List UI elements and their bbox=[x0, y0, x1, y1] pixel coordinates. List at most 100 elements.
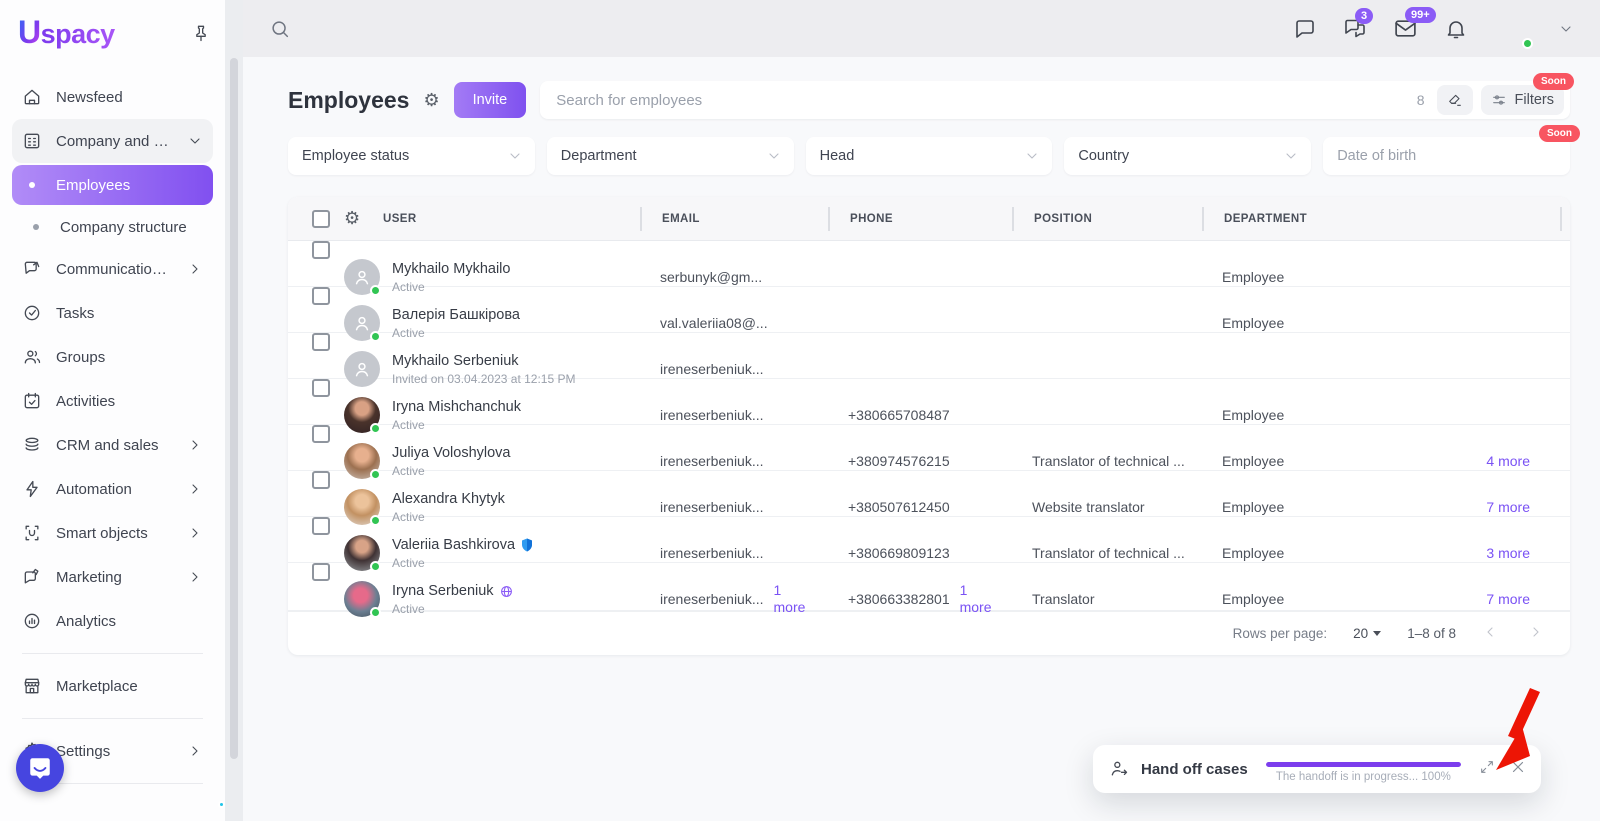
column-header-position[interactable]: POSITION bbox=[1012, 207, 1202, 231]
phone-cell[interactable]: +380663382801 bbox=[848, 591, 950, 607]
online-status-dot bbox=[370, 423, 381, 434]
row-checkbox[interactable] bbox=[312, 379, 330, 397]
marketplace-icon bbox=[22, 676, 42, 696]
column-header-email[interactable]: EMAIL bbox=[640, 207, 828, 231]
row-checkbox[interactable] bbox=[312, 333, 330, 351]
employee-name[interactable]: Alexandra Khytyk bbox=[392, 490, 505, 509]
sidebar-item-newsfeed[interactable]: Newsfeed bbox=[12, 75, 213, 119]
phone-cell[interactable]: +380669809123 bbox=[828, 545, 1012, 561]
filter-date-of-birth[interactable]: Date of birth Soon bbox=[1323, 137, 1570, 175]
pin-sidebar-icon[interactable] bbox=[191, 23, 211, 43]
app-window: U spacy Newsfeed Company and pe... Emplo… bbox=[0, 0, 1600, 821]
avatar-placeholder bbox=[344, 259, 380, 295]
sidebar-item-automation[interactable]: Automation bbox=[12, 467, 213, 511]
row-checkbox[interactable] bbox=[312, 517, 330, 535]
sidebar-item-tasks[interactable]: Tasks bbox=[12, 291, 213, 335]
more-emails-link[interactable]: 1 more bbox=[774, 582, 812, 616]
sliders-icon bbox=[1491, 92, 1507, 108]
email-cell[interactable]: ireneserbeniuk... bbox=[640, 453, 828, 469]
progress-status-text: The handoff is in progress... 100% bbox=[1276, 771, 1451, 783]
company-icon bbox=[22, 131, 42, 151]
sidebar-item-marketing[interactable]: Marketing bbox=[12, 555, 213, 599]
mail-icon[interactable]: 99+ bbox=[1393, 16, 1418, 41]
email-cell[interactable]: val.valeriia08@... bbox=[640, 315, 828, 331]
avatar-photo bbox=[344, 489, 380, 525]
employee-name[interactable]: Juliya Voloshylova bbox=[392, 444, 511, 463]
table-settings-gear-icon[interactable]: ⚙ bbox=[344, 208, 360, 228]
filter-country[interactable]: Country bbox=[1064, 137, 1311, 175]
more-phones-link[interactable]: 1 more bbox=[960, 582, 998, 616]
filter-head[interactable]: Head bbox=[806, 137, 1053, 175]
row-checkbox[interactable] bbox=[312, 471, 330, 489]
more-departments-link[interactable]: 7 more bbox=[1486, 591, 1530, 607]
more-departments-link[interactable]: 4 more bbox=[1486, 453, 1530, 469]
previous-page-button[interactable] bbox=[1482, 624, 1498, 643]
user-avatar[interactable] bbox=[1494, 10, 1532, 48]
column-header-department[interactable]: DEPARTMENT bbox=[1202, 207, 1414, 231]
sidebar-item-activities[interactable]: Activities bbox=[12, 379, 213, 423]
sidebar-item-company-structure[interactable]: Company structure bbox=[12, 207, 213, 247]
phone-cell[interactable]: +380665708487 bbox=[828, 407, 1012, 423]
filter-department[interactable]: Department bbox=[547, 137, 794, 175]
next-page-button[interactable] bbox=[1528, 624, 1544, 643]
employee-name[interactable]: Iryna Serbeniuk bbox=[392, 582, 494, 601]
messenger-icon[interactable]: 3 bbox=[1343, 17, 1367, 41]
smart-objects-icon bbox=[22, 523, 42, 543]
employee-name[interactable]: Iryna Mishchanchuk bbox=[392, 398, 521, 417]
sidebar-item-groups[interactable]: Groups bbox=[12, 335, 213, 379]
column-header-user[interactable]: USER bbox=[383, 207, 640, 231]
avatar-placeholder bbox=[344, 351, 380, 387]
sidebar-item-company-and-people[interactable]: Company and pe... bbox=[12, 119, 213, 163]
chevron-right-icon bbox=[187, 525, 203, 541]
column-header-phone[interactable]: PHONE bbox=[828, 207, 1012, 231]
sidebar-item-crm-and-sales[interactable]: CRM and sales bbox=[12, 423, 213, 467]
more-departments-link[interactable]: 3 more bbox=[1486, 545, 1530, 561]
sidebar-item-analytics[interactable]: Analytics bbox=[12, 599, 213, 643]
email-cell[interactable]: serbunyk@gm... bbox=[640, 269, 828, 285]
employee-name[interactable]: Mykhailo Mykhailo bbox=[392, 260, 510, 279]
page-settings-gear-icon[interactable]: ⚙ bbox=[423, 90, 439, 111]
employee-status: Active bbox=[392, 325, 520, 341]
invite-button[interactable]: Invite bbox=[454, 82, 527, 118]
rows-per-page-select[interactable]: 20 bbox=[1353, 626, 1381, 641]
row-checkbox[interactable] bbox=[312, 287, 330, 305]
filters-button[interactable]: Filters Soon bbox=[1481, 85, 1564, 115]
filter-label: Country bbox=[1078, 148, 1129, 164]
support-chat-button[interactable] bbox=[16, 744, 64, 792]
sidebar-item-communication[interactable]: Communication ... bbox=[12, 247, 213, 291]
email-cell[interactable]: ireneserbeniuk... bbox=[640, 499, 828, 515]
email-cell[interactable]: ireneserbeniuk... bbox=[640, 361, 828, 377]
department-cell: Employee bbox=[1202, 407, 1414, 423]
phone-cell[interactable]: +380974576215 bbox=[828, 453, 1012, 469]
scrollbar-thumb[interactable] bbox=[230, 58, 238, 759]
table-row[interactable]: Mykhailo MykhailoActive serbunyk@gm... E… bbox=[288, 241, 1570, 287]
phone-cell[interactable]: +380507612450 bbox=[828, 499, 1012, 515]
sidebar-item-smart-objects[interactable]: Smart objects bbox=[12, 511, 213, 555]
notifications-bell-icon[interactable] bbox=[1444, 17, 1468, 41]
row-checkbox[interactable] bbox=[312, 241, 330, 259]
select-all-checkbox[interactable] bbox=[312, 210, 330, 228]
close-toast-button[interactable] bbox=[1509, 758, 1527, 781]
filter-employee-status[interactable]: Employee status bbox=[288, 137, 535, 175]
sidebar-scrollbar[interactable] bbox=[225, 0, 243, 821]
row-checkbox[interactable] bbox=[312, 425, 330, 443]
employee-name[interactable]: Valeriia Bashkirova bbox=[392, 536, 515, 555]
close-icon bbox=[1509, 758, 1527, 776]
sidebar-item-employees[interactable]: Employees bbox=[12, 165, 213, 205]
sidebar-item-marketplace[interactable]: Marketplace bbox=[12, 664, 213, 708]
expand-toast-button[interactable] bbox=[1479, 759, 1495, 780]
email-cell[interactable]: ireneserbeniuk... bbox=[640, 545, 828, 561]
clear-search-button[interactable] bbox=[1437, 85, 1473, 115]
employee-name[interactable]: Mykhailo Serbeniuk bbox=[392, 352, 575, 371]
email-cell[interactable]: ireneserbeniuk... bbox=[660, 591, 764, 607]
global-search-icon[interactable] bbox=[269, 18, 291, 40]
email-cell[interactable]: ireneserbeniuk... bbox=[640, 407, 828, 423]
uspacy-logo[interactable]: U spacy bbox=[18, 14, 115, 51]
feedback-chat-icon[interactable] bbox=[1293, 17, 1317, 41]
row-checkbox[interactable] bbox=[312, 563, 330, 581]
employee-name[interactable]: Валерія Башкірова bbox=[392, 306, 520, 325]
employee-search-input[interactable]: Search for employees 8 Filters Soon bbox=[540, 81, 1570, 119]
profile-chevron-down-icon[interactable] bbox=[1558, 21, 1574, 37]
more-departments-link[interactable]: 7 more bbox=[1486, 499, 1530, 515]
department-cell: Employee bbox=[1202, 591, 1414, 607]
